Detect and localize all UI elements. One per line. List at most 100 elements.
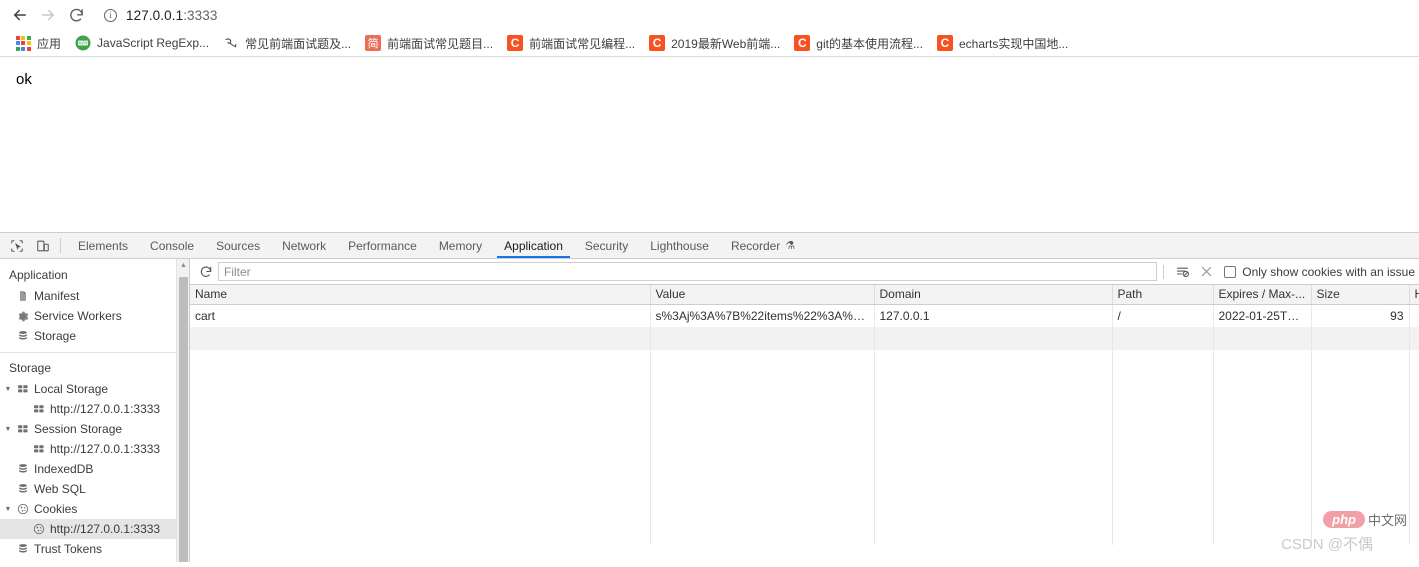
sidebar-item-http-127-0-0-1-3333[interactable]: http://127.0.0.1:3333 xyxy=(0,399,189,419)
cookies-table: NameValueDomainPathExpires / Max-...Size… xyxy=(190,285,1419,545)
devtools-body: Application ManifestService WorkersStora… xyxy=(0,259,1419,562)
devtools-tabbar: Elements ConsoleSourcesNetwork Performance… xyxy=(0,233,1419,259)
csdn-favicon: C xyxy=(794,35,810,51)
bookmark-label: JavaScript RegExp... xyxy=(97,36,209,50)
toolbar-divider xyxy=(60,238,61,253)
sidebar-item-session-storage[interactable]: ▼Session Storage xyxy=(0,419,189,439)
address-bar[interactable]: i 127.0.0.1:3333 xyxy=(96,4,1413,26)
sidebar-item-http-127-0-0-1-3333[interactable]: http://127.0.0.1:3333 xyxy=(0,439,189,459)
tab-console[interactable]: Console xyxy=(139,233,205,258)
filler-cell xyxy=(1213,350,1311,545)
bookmark-item[interactable]: Cgit的基本使用流程... xyxy=(787,32,930,54)
delete-all-cookies-icon[interactable] xyxy=(1194,261,1218,283)
sidebar-item-label: http://127.0.0.1:3333 xyxy=(50,442,160,456)
filler-cell xyxy=(650,350,874,545)
refresh-icon[interactable] xyxy=(194,261,218,283)
tab-label: Recorder xyxy=(731,239,780,253)
sidebar-item-manifest[interactable]: Manifest xyxy=(0,286,189,306)
tab-memory[interactable]: Memory xyxy=(428,233,493,258)
filler-cell xyxy=(1311,350,1409,545)
forward-icon[interactable] xyxy=(34,1,62,29)
bookmark-label: 2019最新Web前端... xyxy=(671,35,780,52)
bookmark-item[interactable]: 常见前端面试题及... xyxy=(216,32,358,54)
site-info-icon[interactable]: i xyxy=(104,9,117,22)
column-header-name[interactable]: Name xyxy=(190,285,650,304)
bookmark-item[interactable]: C 2019最新Web前端... xyxy=(642,32,787,54)
scroll-up-icon[interactable]: ▲ xyxy=(177,262,190,269)
tab-label: Performance xyxy=(348,239,417,253)
grid-icon xyxy=(30,443,47,455)
chevron-down-icon[interactable]: ▼ xyxy=(2,386,14,393)
sidebar-item-local-storage[interactable]: ▼Local Storage xyxy=(0,379,189,399)
cell-name: cart xyxy=(190,304,650,327)
inspect-element-icon[interactable] xyxy=(4,233,30,258)
only-show-issues-checkbox[interactable]: Only show cookies with an issue xyxy=(1224,265,1415,279)
empty-cell xyxy=(1311,327,1409,350)
checkbox-box[interactable] xyxy=(1224,266,1236,278)
bookmark-label: 前端面试常见题目... xyxy=(387,35,493,52)
bookmark-item[interactable]: 应用 xyxy=(8,32,68,54)
sidebar-item-cookies[interactable]: ▼Cookies xyxy=(0,499,189,519)
tab-security[interactable]: Security xyxy=(574,233,639,258)
chevron-down-icon[interactable]: ▼ xyxy=(2,426,14,433)
cookies-toolbar: Only show cookies with an issue xyxy=(190,259,1419,285)
sidebar-item-service-workers[interactable]: Service Workers xyxy=(0,306,189,326)
table-header-row: NameValueDomainPathExpires / Max-...Size… xyxy=(190,285,1419,304)
column-header-expires[interactable]: Expires / Max-... xyxy=(1213,285,1311,304)
tab-application[interactable]: Application xyxy=(493,233,574,258)
tab-label: Memory xyxy=(439,239,482,253)
clear-filters-icon[interactable] xyxy=(1170,261,1194,283)
scrollbar-thumb[interactable] xyxy=(179,277,188,562)
column-header-httponly[interactable]: H xyxy=(1409,285,1419,304)
filter-input[interactable] xyxy=(218,262,1157,281)
sidebar-item-storage[interactable]: Storage xyxy=(0,326,189,346)
page-body-text: ok xyxy=(16,71,1403,88)
csdn-favicon: C xyxy=(649,35,665,51)
bookmark-item[interactable]: </> JavaScript RegExp... xyxy=(68,32,216,54)
column-header-domain[interactable]: Domain xyxy=(874,285,1112,304)
column-header-value[interactable]: Value xyxy=(650,285,874,304)
zhihu-favicon xyxy=(223,35,239,51)
column-header-size[interactable]: Size xyxy=(1311,285,1409,304)
sidebar-item-trust-tokens[interactable]: Trust Tokens xyxy=(0,539,189,559)
sidebar-item-http-127-0-0-1-3333[interactable]: http://127.0.0.1:3333 xyxy=(0,519,189,539)
page-viewport: ok xyxy=(0,57,1419,232)
empty-cell xyxy=(650,327,874,350)
sidebar-item-indexeddb[interactable]: IndexedDB xyxy=(0,459,189,479)
sidebar-scrollbar[interactable]: ▲ xyxy=(176,259,189,562)
bookmark-item[interactable]: C前端面试常见编程... xyxy=(500,32,642,54)
sidebar-item-label: Service Workers xyxy=(34,309,122,323)
tab-lighthouse[interactable]: Lighthouse xyxy=(639,233,720,258)
apps-grid-icon xyxy=(15,35,31,51)
reload-icon[interactable] xyxy=(62,1,90,29)
chevron-down-icon[interactable]: ▼ xyxy=(2,506,14,513)
tab-elements[interactable]: Elements xyxy=(67,233,139,258)
devtools-panel: Elements ConsoleSourcesNetwork Performance… xyxy=(0,232,1419,562)
toggle-device-toolbar-icon[interactable] xyxy=(30,233,56,258)
sidebar-item-web-sql[interactable]: Web SQL xyxy=(0,479,189,499)
table-row[interactable]: carts%3Aj%3A%7B%22items%22%3A%5B...127.0… xyxy=(190,304,1419,327)
tab-network[interactable]: Network xyxy=(271,233,337,258)
application-sidebar: Application ManifestService WorkersStora… xyxy=(0,259,190,562)
back-icon[interactable] xyxy=(6,1,34,29)
sidebar-item-label: http://127.0.0.1:3333 xyxy=(50,402,160,416)
database-icon xyxy=(14,330,31,342)
grid-icon xyxy=(30,403,47,415)
sidebar-item-label: IndexedDB xyxy=(34,462,93,476)
bookmark-item[interactable]: 简前端面试常见题目... xyxy=(358,32,500,54)
tab-label: Elements xyxy=(78,239,128,253)
tab-sources[interactable]: Sources xyxy=(205,233,271,258)
tab-recorder[interactable]: Recorder⚗ xyxy=(720,233,806,258)
gear-icon xyxy=(14,310,31,323)
filler-cell xyxy=(1409,350,1419,545)
tab-performance[interactable]: Performance xyxy=(337,233,428,258)
browser-toolbar: i 127.0.0.1:3333 xyxy=(0,0,1419,30)
sidebar-item-label: Trust Tokens xyxy=(34,542,102,556)
table-empty-row xyxy=(190,327,1419,350)
empty-cell xyxy=(190,327,650,350)
bookmark-item[interactable]: Cecharts实现中国地... xyxy=(930,32,1075,54)
table-filler-row xyxy=(190,350,1419,545)
column-header-path[interactable]: Path xyxy=(1112,285,1213,304)
javascript-regexp-favicon: </> xyxy=(75,35,91,51)
database-icon xyxy=(14,483,31,495)
